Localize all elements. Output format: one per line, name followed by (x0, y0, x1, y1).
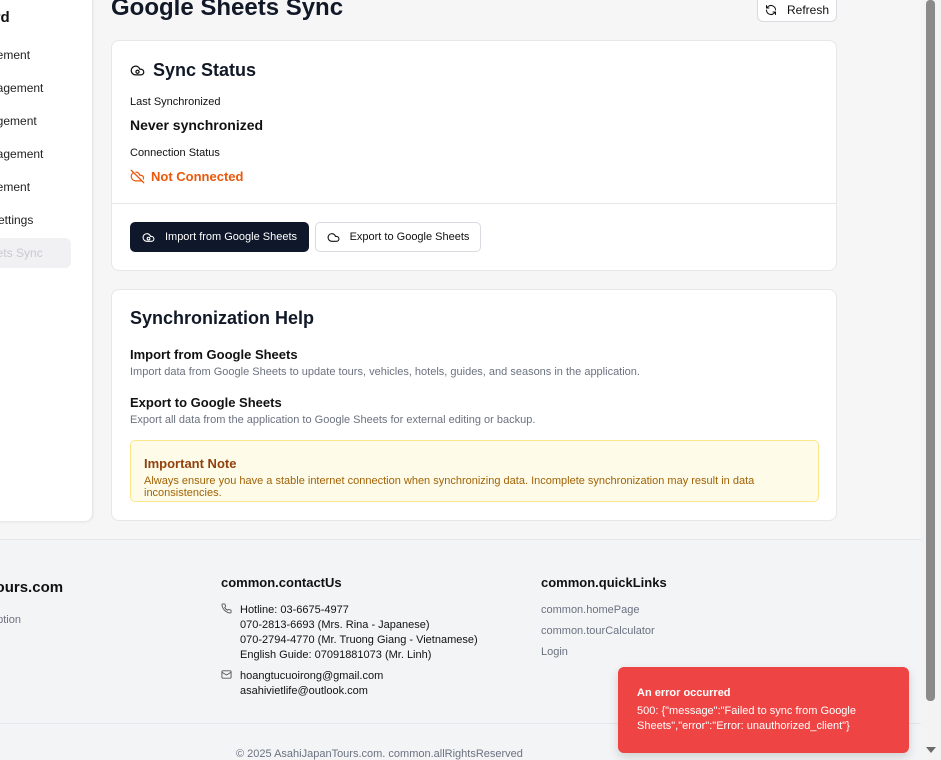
contact-title: common.contactUs (221, 575, 342, 590)
mail-icon (221, 669, 232, 699)
sidebar-title-text: board (0, 9, 10, 26)
sidebar-item-label: nagement (0, 147, 44, 161)
cloud-off-icon (130, 169, 145, 184)
connection-status-label: Connection Status (130, 147, 220, 159)
important-note-desc: Always ensure you have a stable internet… (144, 475, 755, 499)
phone-rina: 070-2813-6693 (Mrs. Rina - Japanese) (240, 619, 430, 631)
sidebar-item-1[interactable]: gement (0, 48, 30, 62)
scrollbar-thumb[interactable] (926, 0, 935, 701)
contact-phones: Hotline: 03-6675-4977 070-2813-6693 (Mrs… (221, 603, 478, 663)
email-secondary[interactable]: asahivietlife@outlook.com (240, 684, 383, 699)
footer-brand-desc: scription (0, 614, 21, 626)
sidebar-item-label: gement (0, 48, 31, 62)
refresh-icon (765, 4, 777, 16)
cloud-sync-icon (130, 63, 145, 78)
sidebar-item-4[interactable]: nagement (0, 147, 43, 161)
sidebar-item-settings[interactable]: Settings (0, 213, 33, 227)
sidebar-title: board (0, 9, 10, 26)
sync-help-title: Synchronization Help (130, 308, 315, 328)
sidebar-item-3[interactable]: agement (0, 114, 37, 128)
scrollbar[interactable] (921, 0, 941, 760)
cloud-download-icon (142, 231, 155, 244)
sidebar-item-label: gement (0, 180, 31, 194)
refresh-button[interactable]: Refresh (757, 0, 837, 22)
sidebar-item-sheets-sync[interactable]: eets Sync (0, 238, 71, 268)
sidebar-item-5[interactable]: gement (0, 180, 30, 194)
export-button-label: Export to Google Sheets (349, 231, 470, 243)
last-sync-value: Never synchronized (130, 117, 264, 133)
error-toast-title: An error occurred (637, 687, 731, 699)
sidebar: board gement nagement agement nagement g… (0, 0, 93, 521)
important-note: Important Note Always ensure you have a … (130, 440, 819, 502)
cloud-upload-icon (327, 231, 340, 244)
last-sync-label: Last Synchronized (130, 96, 221, 108)
scroll-down-arrow-icon[interactable] (926, 747, 936, 753)
copyright: © 2025 AsahiJapanTours.com. common.allRi… (236, 748, 523, 760)
refresh-label: Refresh (786, 3, 830, 17)
error-toast[interactable]: An error occurred 500: {"message":"Faile… (618, 667, 909, 753)
quicklink-tour-calculator[interactable]: common.tourCalculator (541, 625, 655, 637)
sidebar-item-label: agement (0, 114, 37, 128)
quicklinks-title: common.quickLinks (541, 575, 667, 590)
footer-brand: anTours.com (0, 579, 64, 596)
sync-status-title: Sync Status (130, 60, 256, 81)
help-import-desc: Import data from Google Sheets to update… (130, 366, 640, 378)
phone-icon (221, 603, 232, 663)
quicklink-home[interactable]: common.homePage (541, 604, 639, 616)
sync-status-title-text: Sync Status (153, 60, 257, 80)
sidebar-item-label: nagement (0, 81, 44, 95)
help-export-desc: Export all data from the application to … (130, 414, 536, 426)
contact-emails: hoangtucuoirong@gmail.com asahivietlife@… (221, 669, 383, 699)
page-title: Google Sheets Sync (111, 0, 344, 21)
sync-help-card: Synchronization Help Import from Google … (111, 289, 837, 521)
quicklink-login[interactable]: Login (541, 646, 568, 658)
error-toast-message: 500: {"message":"Failed to sync from Goo… (637, 705, 856, 732)
phone-truong-giang: 070-2794-4770 (Mr. Truong Giang - Vietna… (240, 634, 478, 646)
important-note-title: Important Note (144, 456, 237, 471)
phone-english-guide: English Guide: 07091881073 (Mr. Linh) (240, 649, 432, 661)
phone-hotline: Hotline: 03-6675-4977 (240, 604, 349, 616)
sync-status-card: Sync Status Last Synchronized Never sync… (111, 40, 837, 271)
export-button[interactable]: Export to Google Sheets (315, 222, 481, 252)
import-button-label: Import from Google Sheets (164, 231, 298, 243)
sidebar-item-label: eets Sync (0, 246, 43, 260)
connection-status-value: Not Connected (151, 169, 244, 184)
card-divider (112, 203, 836, 204)
sidebar-item-2[interactable]: nagement (0, 81, 43, 95)
email-primary[interactable]: hoangtucuoirong@gmail.com (240, 669, 383, 684)
import-button[interactable]: Import from Google Sheets (130, 222, 309, 252)
help-import-title: Import from Google Sheets (130, 347, 298, 362)
help-export-title: Export to Google Sheets (130, 395, 282, 410)
connection-status: Not Connected (130, 169, 243, 184)
sidebar-item-label: Settings (0, 213, 34, 227)
